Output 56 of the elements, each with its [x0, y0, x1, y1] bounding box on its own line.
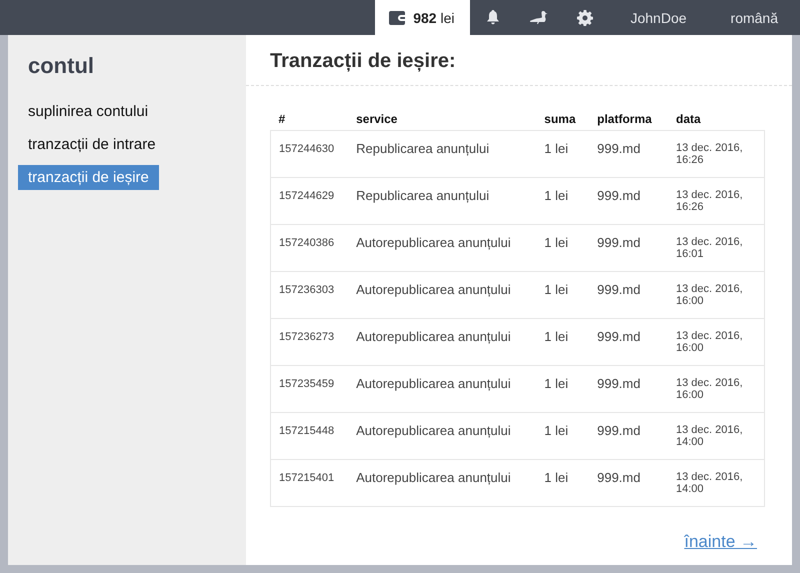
table-cell: Autorepublicarea anunțului [348, 412, 536, 460]
table-cell: 157236273 [270, 318, 348, 366]
table-cell: 157244629 [270, 178, 348, 224]
wallet-icon [389, 10, 406, 24]
table-cell: 999.md [589, 318, 668, 366]
duck-icon [529, 10, 550, 26]
table-cell: 999.md [589, 130, 668, 178]
table-cell: 999.md [589, 178, 668, 224]
table-cell: 1 lei [536, 178, 590, 224]
sidebar-item[interactable]: tranzacții de intrare [18, 132, 166, 157]
table-cell: 1 lei [536, 460, 590, 506]
table-cell: 13 dec. 2016, 16:00 [668, 366, 764, 412]
sidebar-item[interactable]: tranzacții de ieșire [18, 165, 159, 190]
table-cell: 13 dec. 2016, 16:00 [668, 318, 764, 366]
column-header: # [270, 108, 348, 130]
table-cell: 999.md [589, 412, 668, 460]
table-cell: 13 dec. 2016, 16:26 [668, 178, 764, 224]
balance-tab[interactable]: 982 lei [375, 0, 470, 35]
table-cell: 1 lei [536, 318, 590, 366]
table-cell: 13 dec. 2016, 14:00 [668, 460, 764, 506]
sidebar-title: contul [28, 53, 95, 79]
table-cell: Autorepublicarea anunțului [348, 460, 536, 506]
table-cell: Republicarea anunțului [348, 130, 536, 178]
table-cell: 1 lei [536, 366, 590, 412]
table-cell: 13 dec. 2016, 14:00 [668, 412, 764, 460]
table-cell: 13 dec. 2016, 16:01 [668, 224, 764, 272]
table-cell: 1 lei [536, 412, 590, 460]
table-cell: 1 lei [536, 224, 590, 272]
sidebar-item[interactable]: suplinirea contului [18, 99, 158, 124]
table-cell: 13 dec. 2016, 16:26 [668, 130, 764, 178]
table-cell: 157240386 [270, 224, 348, 272]
table-cell: 999.md [589, 366, 668, 412]
table-cell: Republicarea anunțului [348, 178, 536, 224]
table-cell: 1 lei [536, 130, 590, 178]
column-header: platforma [589, 108, 668, 130]
column-header: service [348, 108, 536, 130]
table-cell: 999.md [589, 224, 668, 272]
table-cell: 157236303 [270, 272, 348, 318]
table-cell: 999.md [589, 460, 668, 506]
gear-icon [577, 10, 594, 26]
column-header: suma [536, 108, 590, 130]
table-cell: Autorepublicarea anunțului [348, 366, 536, 412]
table-cell: 157215448 [270, 412, 348, 460]
table-cell: 157244630 [270, 130, 348, 178]
next-link[interactable]: înainte → [684, 532, 757, 552]
bell-icon [486, 10, 500, 25]
table-cell: Autorepublicarea anunțului [348, 224, 536, 272]
column-header: data [668, 108, 764, 130]
page-title: Tranzacții de ieșire: [246, 35, 792, 86]
table-cell: Autorepublicarea anunțului [348, 272, 536, 318]
table-cell: 157235459 [270, 366, 348, 412]
table-cell: 13 dec. 2016, 16:00 [668, 272, 764, 318]
table-cell: 157215401 [270, 460, 348, 506]
table-cell: 999.md [589, 272, 668, 318]
table-cell: Autorepublicarea anunțului [348, 318, 536, 366]
table-cell: 1 lei [536, 272, 590, 318]
